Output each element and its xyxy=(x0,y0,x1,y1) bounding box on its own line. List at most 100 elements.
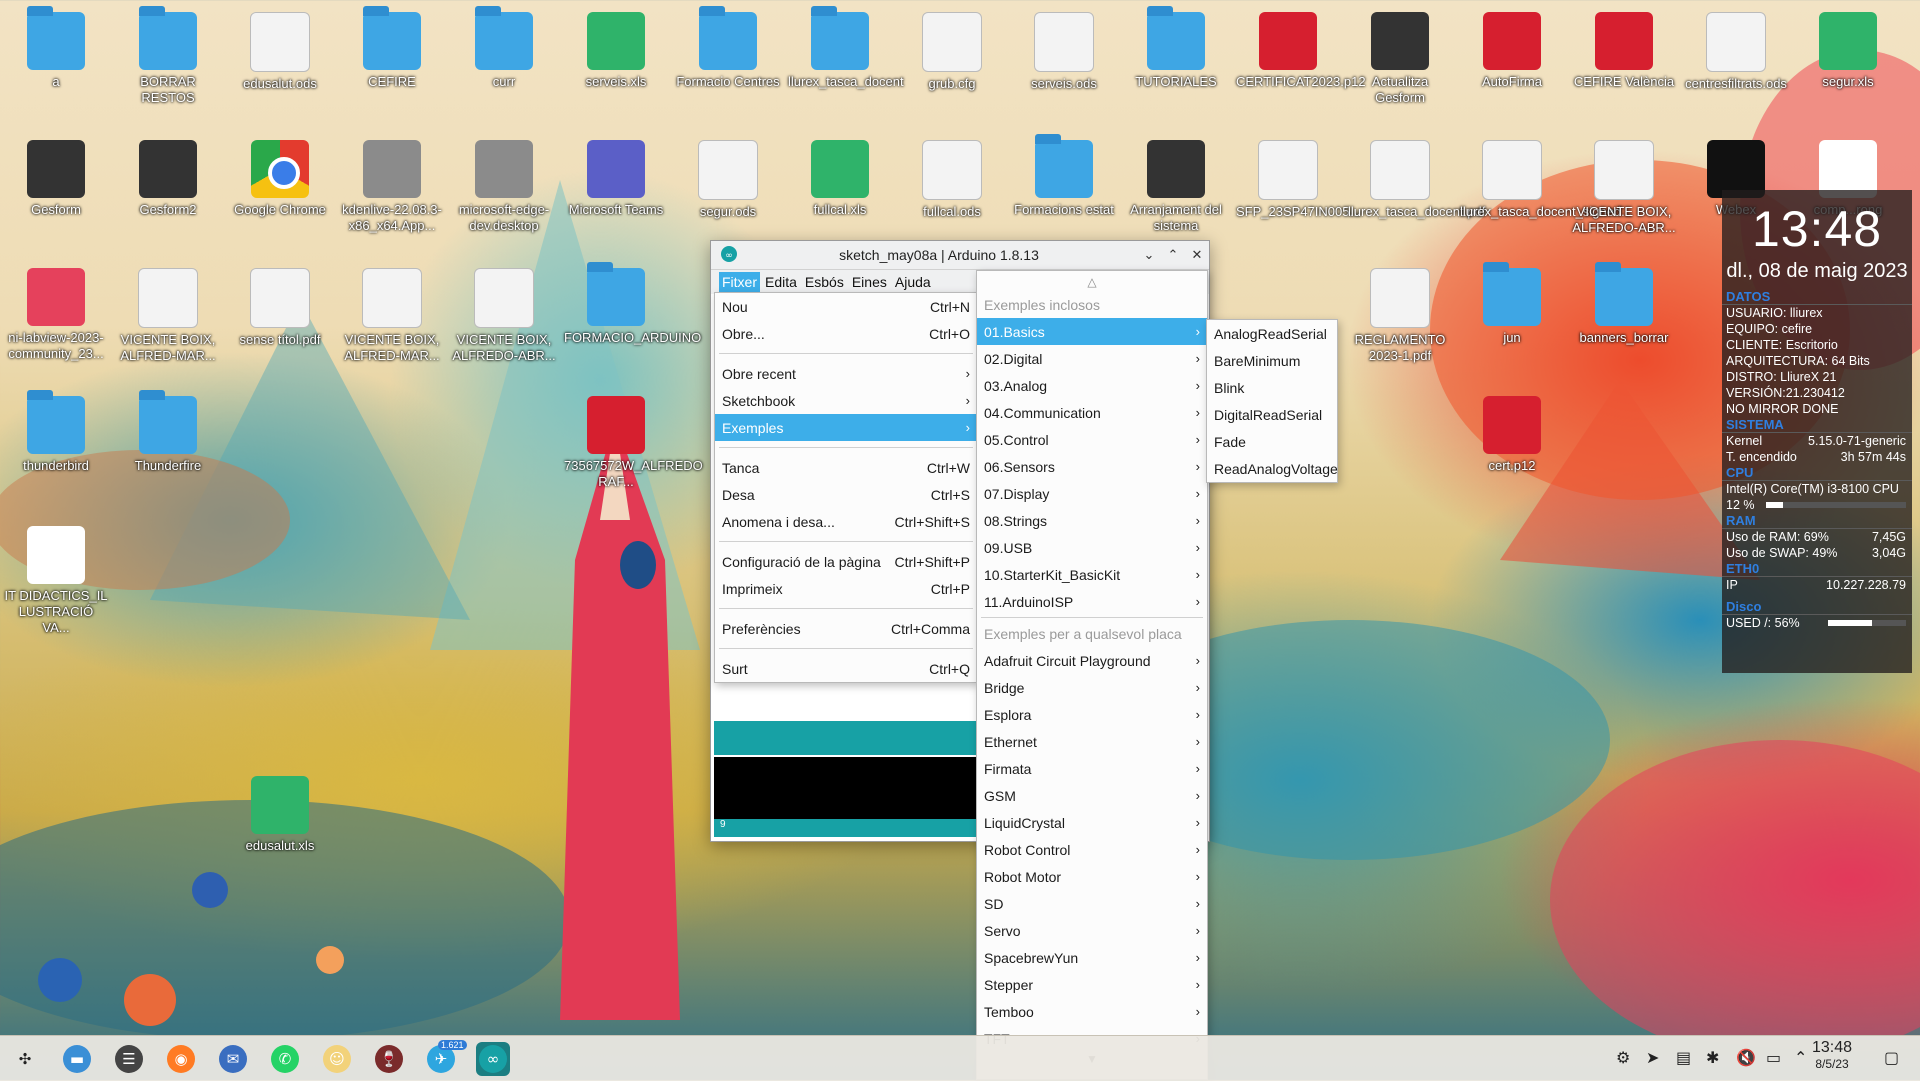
desktop-icon[interactable]: Google Chrome xyxy=(228,134,332,218)
tray-expand-icon[interactable]: ⌃ xyxy=(1794,1048,1807,1067)
desktop-icon[interactable]: Microsoft Teams xyxy=(564,134,668,218)
desktop-icon[interactable]: microsoft-edge-dev.desktop xyxy=(452,134,556,234)
desktop-icon[interactable]: centresfiltrats.ods xyxy=(1684,6,1788,92)
file-menu-item[interactable]: Configuració de la pàgina Ctrl+Shift+P xyxy=(715,548,977,575)
window-titlebar[interactable]: ∞ sketch_may08a | Arduino 1.8.13 ⌄ ⌃ ✕ xyxy=(711,241,1209,270)
firefox-icon[interactable]: ◉ xyxy=(164,1042,198,1076)
desktop-icon[interactable]: cert.p12 xyxy=(1460,390,1564,474)
file-menu-item[interactable]: Preferències Ctrl+Comma xyxy=(715,615,977,642)
menu-fitxer[interactable]: Fitxer xyxy=(719,272,760,292)
desktop-icon[interactable]: CEFIRE xyxy=(340,6,444,90)
examples-menu-item[interactable]: 02.Digital › xyxy=(977,345,1207,372)
menu-edita[interactable]: Edita xyxy=(762,272,800,292)
examples-menu-item[interactable]: Robot Control › xyxy=(977,836,1207,863)
desktop-icon[interactable]: VICENTE BOIX, ALFRED-MAR... xyxy=(116,262,220,364)
desktop-icon[interactable]: edusalut.ods xyxy=(228,6,332,92)
desktop-icon[interactable]: ni-labview-2023-community_23... xyxy=(4,262,108,362)
messenger-icon[interactable]: ✉ xyxy=(216,1042,250,1076)
file-menu-item[interactable]: Tanca Ctrl+W xyxy=(715,454,977,481)
desktop-icon[interactable]: CEFIRE València xyxy=(1572,6,1676,90)
volume-muted-icon[interactable]: 🔇 xyxy=(1736,1048,1756,1067)
desktop-icon[interactable]: curr xyxy=(452,6,556,90)
file-menu-item[interactable]: Desa Ctrl+S xyxy=(715,481,977,508)
desktop-icon[interactable]: llurex_tasca_docent.pdf xyxy=(1348,134,1485,220)
examples-menu-item[interactable]: Servo › xyxy=(977,917,1207,944)
gesform-icon[interactable]: ☰ xyxy=(112,1042,146,1076)
desktop-icon[interactable]: fullcal.xls xyxy=(788,134,892,218)
desktop-icon[interactable]: FORMACIO_ARDUINO xyxy=(564,262,701,346)
examples-menu-item[interactable]: LiquidCrystal › xyxy=(977,809,1207,836)
examples-menu-item[interactable]: 05.Control › xyxy=(977,426,1207,453)
desktop-icon[interactable]: CERTIFICAT2023.p12 xyxy=(1236,6,1366,90)
examples-menu-item[interactable]: 06.Sensors › xyxy=(977,453,1207,480)
file-menu-item[interactable]: Sketchbook › xyxy=(715,387,977,414)
examples-menu-item[interactable]: 04.Communication › xyxy=(977,399,1207,426)
desktop-icon[interactable]: Gesform xyxy=(4,134,108,218)
examples-menu-item[interactable]: Robot Motor › xyxy=(977,863,1207,890)
desktop-icon[interactable]: IT DIDACTICS_IL LUSTRACIÓ VA... xyxy=(4,520,108,636)
desktop-icon[interactable]: sense títol.pdf xyxy=(228,262,332,348)
examples-menu-item[interactable]: Bridge › xyxy=(977,674,1207,701)
menu-ajuda[interactable]: Ajuda xyxy=(892,272,934,292)
file-menu-item[interactable]: Nou Ctrl+N xyxy=(715,293,977,320)
examples-menu-item[interactable]: Temboo › xyxy=(977,998,1207,1025)
clipboard-icon[interactable]: ▤ xyxy=(1676,1048,1691,1067)
show-desktop-icon[interactable]: ▢ xyxy=(1884,1048,1899,1067)
file-menu-item[interactable]: Exemples › xyxy=(715,414,977,441)
menu-esbos[interactable]: Esbós xyxy=(802,272,847,292)
examples-menu-item[interactable]: GSM › xyxy=(977,782,1207,809)
examples-menu-item[interactable]: Adafruit Circuit Playground › xyxy=(977,647,1207,674)
desktop-icon[interactable]: Formacions estat xyxy=(1012,134,1116,218)
file-menu-item[interactable]: Obre... Ctrl+O xyxy=(715,320,977,347)
desktop-icon[interactable]: Actualitza Gesform xyxy=(1348,6,1452,106)
display-icon[interactable]: ▭ xyxy=(1766,1048,1781,1067)
desktop-icon[interactable]: llurex_tasca_docent xyxy=(788,6,904,90)
desktop-icon[interactable]: SFP_23SP47IN005... xyxy=(1236,134,1360,220)
file-menu-item[interactable]: Imprimeix Ctrl+P xyxy=(715,575,977,602)
desktop-icon[interactable]: VICENTE BOIX, ALFREDO-ABR... xyxy=(452,262,556,364)
bluetooth-icon[interactable]: ✱ xyxy=(1706,1048,1719,1067)
basics-example-item[interactable]: ReadAnalogVoltage xyxy=(1207,455,1338,482)
desktop-icon[interactable]: VICENTE BOIX, ALFRED-MAR... xyxy=(340,262,444,364)
desktop-icon[interactable]: banners_borrar xyxy=(1572,262,1676,346)
examples-menu-item[interactable]: SD › xyxy=(977,890,1207,917)
desktop-icon[interactable]: edusalut.xls xyxy=(228,770,332,854)
desktop-icon[interactable]: grub.cfg xyxy=(900,6,1004,92)
desktop-icon[interactable]: TUTORIALES xyxy=(1124,6,1228,90)
desktop-icon[interactable]: BORRAR RESTOS xyxy=(116,6,220,106)
taskbar-clock[interactable]: 13:48 8/5/23 xyxy=(1812,1039,1852,1071)
desktop-icon[interactable]: fullcal.ods xyxy=(900,134,1004,220)
desktop-icon[interactable]: VICENTE BOIX, ALFREDO-ABR... xyxy=(1572,134,1676,236)
basics-example-item[interactable]: Fade xyxy=(1207,428,1337,455)
desktop-icon[interactable]: jun xyxy=(1460,262,1564,346)
desktop-icon[interactable]: Thunderfire xyxy=(116,390,220,474)
desktop-icon[interactable]: serveis.xls xyxy=(564,6,668,90)
file-menu-item[interactable]: Surt Ctrl+Q xyxy=(715,655,977,682)
file-manager-icon[interactable]: ▬ xyxy=(60,1042,94,1076)
desktop-icon[interactable]: AutoFirma xyxy=(1460,6,1564,90)
network-icon[interactable]: ⚙ xyxy=(1616,1048,1630,1067)
wine-icon[interactable]: 🍷 xyxy=(372,1042,406,1076)
basics-example-item[interactable]: DigitalReadSerial xyxy=(1207,401,1337,428)
basics-example-item[interactable]: BareMinimum xyxy=(1207,347,1337,374)
maximize-button[interactable]: ⌃ xyxy=(1161,247,1185,263)
minimize-button[interactable]: ⌄ xyxy=(1137,247,1161,263)
desktop-icon[interactable]: REGLAMENTO 2023-1.pdf xyxy=(1348,262,1452,364)
close-button[interactable]: ✕ xyxy=(1185,247,1209,263)
scroll-up-arrow[interactable]: △ xyxy=(977,271,1207,291)
examples-menu-item[interactable]: 11.ArduinoISP › xyxy=(977,588,1207,615)
examples-menu-item[interactable]: 09.USB › xyxy=(977,534,1207,561)
launcher-icon[interactable]: ✣ xyxy=(8,1042,42,1076)
desktop-icon[interactable]: kdenlive-22.08.3-x86_x64.App... xyxy=(340,134,444,234)
arduino-icon[interactable]: ∞ xyxy=(476,1042,510,1076)
examples-menu-item[interactable]: 01.Basics › xyxy=(977,318,1207,345)
whatsapp-icon[interactable]: ✆ xyxy=(268,1042,302,1076)
desktop-icon[interactable]: Gesform2 xyxy=(116,134,220,218)
basics-example-item[interactable]: AnalogReadSerial xyxy=(1207,320,1337,347)
examples-menu-item[interactable]: Ethernet › xyxy=(977,728,1207,755)
examples-menu-item[interactable]: Stepper › xyxy=(977,971,1207,998)
examples-menu-item[interactable]: 07.Display › xyxy=(977,480,1207,507)
examples-menu-item[interactable]: 08.Strings › xyxy=(977,507,1207,534)
desktop-icon[interactable]: a xyxy=(4,6,108,90)
desktop-icon[interactable]: Arranjament del sistema xyxy=(1124,134,1228,234)
